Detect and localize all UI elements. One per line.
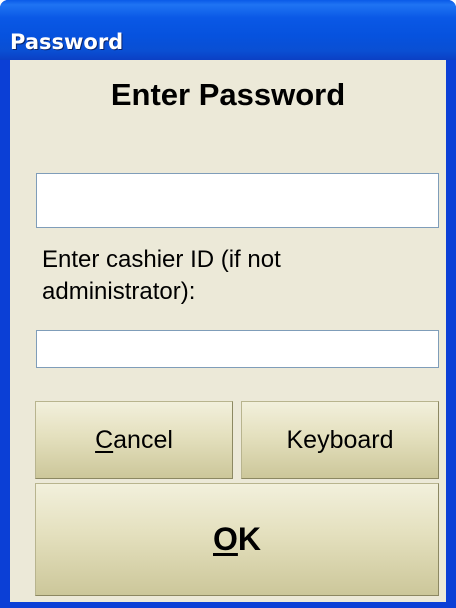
cancel-accelerator-letter: C	[95, 425, 114, 454]
password-input[interactable]	[36, 173, 439, 228]
password-dialog-window: Password Enter Password Enter cashier ID…	[0, 0, 456, 608]
ok-accelerator-letter: O	[213, 521, 238, 557]
cancel-button[interactable]: Cancel	[35, 401, 233, 479]
dialog-heading: Enter Password	[110, 77, 346, 112]
cashier-id-input[interactable]	[36, 330, 439, 368]
ok-button[interactable]: OK	[35, 483, 439, 596]
dialog-body: Enter Password Enter cashier ID (if not …	[10, 60, 446, 602]
cancel-label-rest: ancel	[113, 425, 173, 454]
title-bar[interactable]: Password	[0, 0, 456, 60]
keyboard-label: Keyboard	[286, 425, 394, 454]
keyboard-button[interactable]: Keyboard	[241, 401, 439, 479]
window-title: Password	[10, 30, 124, 54]
ok-label-rest: K	[237, 521, 261, 557]
cashier-id-label: Enter cashier ID (if not administrator):	[42, 246, 281, 305]
